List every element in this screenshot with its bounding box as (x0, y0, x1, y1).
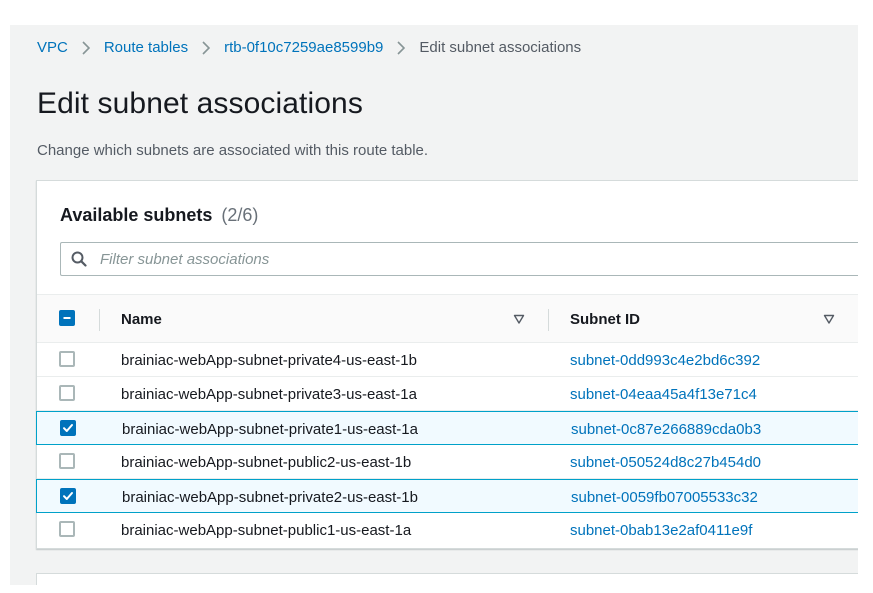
table-header: Name Subnet ID (37, 294, 858, 343)
subnet-name: brainiac-webApp-subnet-public2-us-east-1… (121, 454, 412, 471)
table-row[interactable]: brainiac-webApp-subnet-public2-us-east-1… (37, 445, 858, 479)
column-header-name[interactable]: Name (121, 311, 162, 328)
chevron-right-icon (82, 40, 90, 55)
next-panel (36, 573, 858, 585)
table-row[interactable]: brainiac-webApp-subnet-private2-us-east-… (36, 479, 858, 513)
caret-down-icon[interactable] (513, 313, 525, 325)
row-checkbox[interactable] (59, 351, 75, 367)
checked-checkbox[interactable] (60, 420, 76, 436)
row-checkbox[interactable] (59, 453, 75, 469)
page-description: Change which subnets are associated with… (37, 142, 429, 159)
chevron-right-icon (202, 40, 211, 55)
page-title: Edit subnet associations (37, 87, 363, 120)
checked-checkbox[interactable] (60, 488, 76, 504)
breadcrumb-route-tables[interactable]: Route tables (104, 39, 188, 56)
panel-title: Available subnets (60, 205, 213, 225)
row-checkbox[interactable] (59, 521, 75, 537)
subnet-name: brainiac-webApp-subnet-private3-us-east-… (121, 386, 417, 403)
subnet-id-link[interactable]: subnet-0059fb07005533c32 (571, 489, 758, 506)
subnet-id-link[interactable]: subnet-04eaa45a4f13e71c4 (570, 386, 757, 403)
breadcrumb-vpc[interactable]: VPC (37, 39, 68, 56)
column-divider (548, 309, 549, 331)
selection-count: (2/6) (221, 205, 259, 225)
column-divider (99, 309, 100, 331)
table-row[interactable]: brainiac-webApp-subnet-private1-us-east-… (36, 411, 858, 445)
panel-header: Available subnets (2/6) (60, 205, 258, 226)
subnet-id-link[interactable]: subnet-0dd993c4e2bd6c392 (570, 352, 760, 369)
subnet-name: brainiac-webApp-subnet-public1-us-east-1… (121, 522, 412, 539)
breadcrumb: VPC Route tables rtb-0f10c7259ae8599b9 E… (37, 39, 581, 56)
table-row[interactable]: brainiac-webApp-subnet-private3-us-east-… (37, 377, 858, 411)
subnet-name: brainiac-webApp-subnet-private2-us-east-… (122, 489, 418, 506)
subnet-name: brainiac-webApp-subnet-private4-us-east-… (121, 352, 417, 369)
filter-box[interactable] (60, 242, 858, 276)
subnets-table: Name Subnet ID brainiac-webApp-subnet-pr… (36, 294, 858, 547)
row-checkbox[interactable] (59, 385, 75, 401)
subnet-id-link[interactable]: subnet-050524d8c27b454d0 (570, 454, 761, 471)
subnet-name: brainiac-webApp-subnet-private1-us-east-… (122, 421, 418, 438)
indeterminate-checkbox[interactable] (59, 310, 75, 326)
subnet-id-link[interactable]: subnet-0c87e266889cda0b3 (571, 421, 761, 438)
caret-down-icon[interactable] (823, 313, 835, 325)
select-all-checkbox[interactable] (59, 310, 75, 326)
table-row[interactable]: brainiac-webApp-subnet-public1-us-east-1… (37, 513, 858, 547)
table-row[interactable]: brainiac-webApp-subnet-private4-us-east-… (37, 343, 858, 377)
available-subnets-panel: Available subnets (2/6) Name (36, 180, 858, 549)
search-icon (71, 251, 87, 267)
chevron-right-icon (397, 40, 406, 55)
main-content: VPC Route tables rtb-0f10c7259ae8599b9 E… (10, 25, 858, 585)
column-header-subnet-id[interactable]: Subnet ID (570, 311, 640, 328)
breadcrumb-current: Edit subnet associations (419, 39, 582, 56)
filter-input[interactable] (100, 250, 800, 268)
subnet-id-link[interactable]: subnet-0bab13e2af0411e9f (570, 522, 752, 539)
breadcrumb-route-table-id[interactable]: rtb-0f10c7259ae8599b9 (224, 39, 383, 56)
